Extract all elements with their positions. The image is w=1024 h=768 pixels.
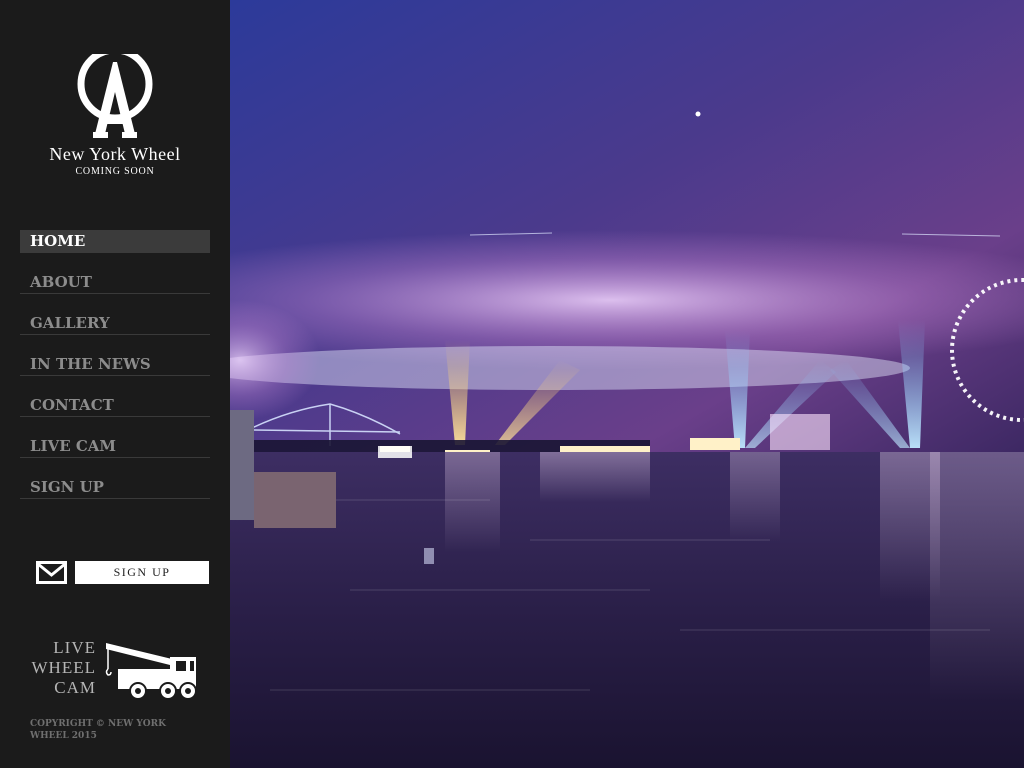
sign-up-button[interactable]: SIGN UP (75, 561, 209, 584)
sidebar: New York Wheel Coming Soon HOME ABOUT GA… (0, 0, 230, 768)
nav-item-in-the-news[interactable]: IN THE NEWS (20, 353, 210, 376)
brand-name: New York Wheel (49, 144, 181, 164)
nav-item-gallery[interactable]: GALLERY (20, 312, 210, 335)
live-cam-line: WHEEL (31, 658, 96, 677)
nav-item-sign-up[interactable]: SIGN UP (20, 476, 210, 499)
copyright-notice: COPYRIGHT © NEW YORK WHEEL 2015 (30, 719, 166, 741)
newsletter-signup: SIGN UP (36, 561, 210, 584)
live-cam-label: LIVE WHEEL CAM (30, 638, 96, 698)
hero-photo (230, 0, 1024, 768)
nav-item-home[interactable]: HOME (20, 230, 210, 253)
main-nav: HOME ABOUT GALLERY IN THE NEWS CONTACT L… (20, 230, 210, 517)
ny-wheel-logo-icon (77, 54, 153, 138)
nav-item-about[interactable]: ABOUT (20, 271, 210, 294)
brand-tagline: Coming Soon (75, 166, 155, 177)
live-cam-line: CAM (54, 678, 96, 697)
live-wheel-cam-link[interactable]: LIVE WHEEL CAM (30, 638, 202, 702)
envelope-icon[interactable] (36, 561, 67, 584)
crane-truck-icon (105, 643, 197, 700)
brand-logo[interactable]: New York Wheel Coming Soon (0, 54, 230, 177)
nav-item-contact[interactable]: CONTACT (20, 394, 210, 417)
night-harbor-photo (230, 0, 1024, 768)
nav-item-live-cam[interactable]: LIVE CAM (20, 435, 210, 458)
live-cam-line: LIVE (53, 638, 96, 657)
